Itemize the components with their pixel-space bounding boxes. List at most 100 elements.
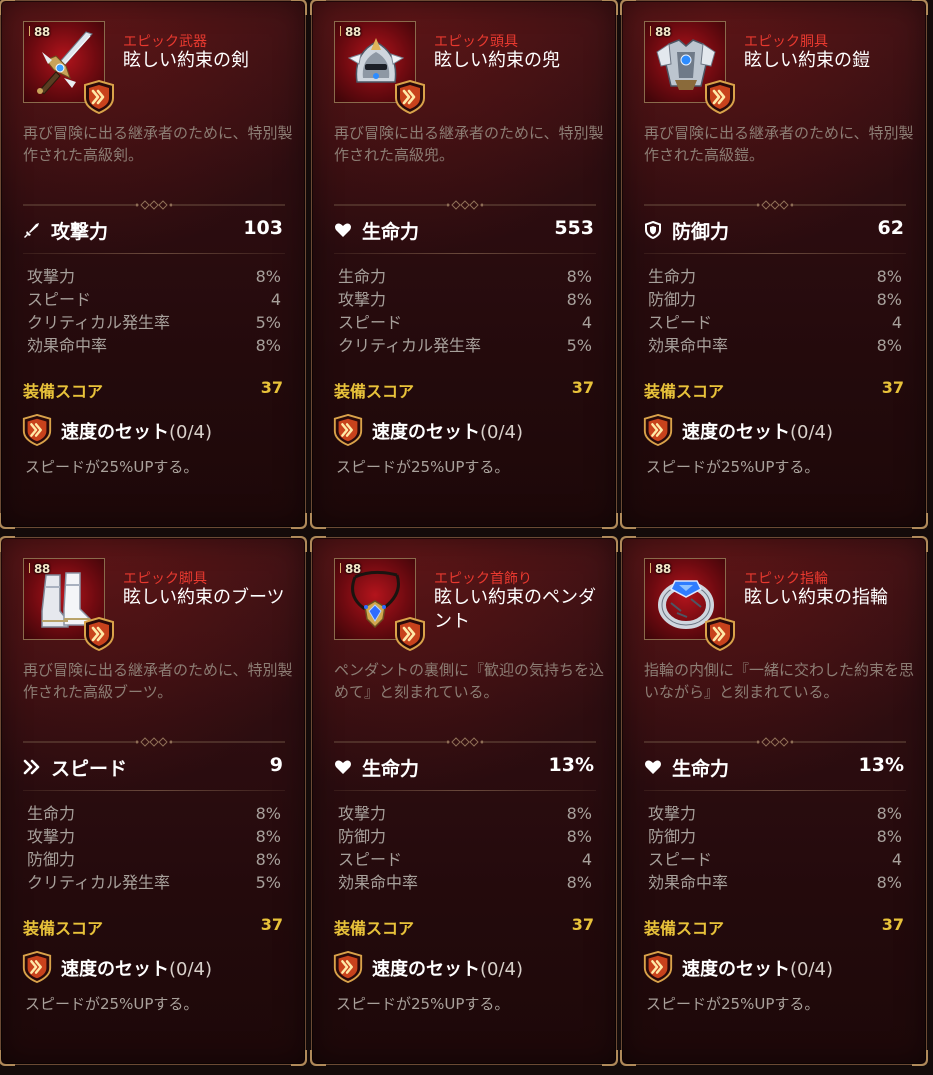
main-stat-name: 生命力 xyxy=(362,221,420,243)
substat-value: 8% xyxy=(255,804,281,823)
substat-name: 効果命中率 xyxy=(648,336,729,355)
main-stat-value: 13% xyxy=(548,754,594,776)
score-value: 37 xyxy=(881,378,904,397)
item-icon-frame[interactable]: 88 xyxy=(644,558,726,640)
score-label: 装備スコア xyxy=(644,919,725,938)
main-stat-name: 生命力 xyxy=(672,758,730,780)
divider xyxy=(334,253,596,254)
main-stat: 生命力 13% xyxy=(644,754,906,780)
substat-row: スピード 4 xyxy=(338,848,592,871)
ornament-divider xyxy=(23,732,285,747)
substat-row: 効果命中率 8% xyxy=(648,871,902,894)
item-card-weapon[interactable]: 88 エピック武器 眩しい約束の剣 再び冒険に出る継承者のために、特別製作された高級剣… xyxy=(0,0,307,529)
ornament-divider xyxy=(644,732,906,747)
item-card-boots[interactable]: 88 エピック脚具 眩しい約束のブーツ 再び冒険に出る継承者のために、特別製作された高… xyxy=(0,536,307,1066)
speed-set-icon xyxy=(21,951,53,983)
substat-name: クリティカル発生率 xyxy=(27,313,171,332)
substat-value: 8% xyxy=(255,267,281,286)
item-name: 眩しい約束の鎧 xyxy=(744,50,870,71)
frame-corner xyxy=(912,536,928,552)
substat-name: 防御力 xyxy=(338,827,387,846)
set-name: 速度のセット(0/4) xyxy=(372,955,523,981)
item-rarity: エピック武器 xyxy=(123,34,207,50)
frame-corner xyxy=(0,0,15,15)
set-count: (0/4) xyxy=(169,959,213,980)
frame-corner xyxy=(310,0,326,15)
item-level: 88 xyxy=(29,25,50,39)
substat-list: 生命力 8% 攻撃力 8% 防御力 8% クリティカル発生率 5% xyxy=(27,802,281,894)
equipment-score: 装備スコア 37 xyxy=(334,915,596,938)
set-count: (0/4) xyxy=(790,422,834,443)
substat-name: クリティカル発生率 xyxy=(27,873,171,892)
set-info[interactable]: 速度のセット(0/4) xyxy=(332,950,602,984)
set-info[interactable]: 速度のセット(0/4) xyxy=(21,413,291,447)
main-stat-value: 103 xyxy=(243,217,283,239)
set-info[interactable]: 速度のセット(0/4) xyxy=(642,413,912,447)
item-level: 88 xyxy=(340,562,361,576)
substat-row: クリティカル発生率 5% xyxy=(338,334,592,357)
frame-corner xyxy=(291,1050,307,1066)
item-card-helmet[interactable]: 88 エピック頭具 眩しい約束の兜 再び冒険に出る継承者のために、特別製作された高級兜… xyxy=(310,0,618,529)
set-info[interactable]: 速度のセット(0/4) xyxy=(332,413,602,447)
substat-value: 8% xyxy=(876,827,902,846)
main-stat-value: 553 xyxy=(554,217,594,239)
heart-stat-icon xyxy=(644,758,662,776)
set-description: スピードが25%UPする。 xyxy=(336,995,510,1013)
main-stat-name: スピード xyxy=(51,758,128,780)
substat-row: 攻撃力 8% xyxy=(338,288,592,311)
substat-name: 効果命中率 xyxy=(27,336,108,355)
substat-row: 攻撃力 8% xyxy=(27,265,281,288)
substat-value: 4 xyxy=(270,290,281,309)
substat-value: 4 xyxy=(891,850,902,869)
item-level: 88 xyxy=(340,25,361,39)
equipment-score: 装備スコア 37 xyxy=(644,915,906,938)
main-stat-name: 生命力 xyxy=(362,758,420,780)
item-icon-frame[interactable]: 88 xyxy=(23,21,105,103)
item-description: 再び冒険に出る継承者のために、特別製作された高級剣。 xyxy=(23,124,293,164)
item-rarity: エピック脚具 xyxy=(123,571,207,587)
speed-set-icon xyxy=(332,951,364,983)
item-card-ring[interactable]: 88 エピック指輪 眩しい約束の指輪 指輪の内側に『一緒に交わした約束を思いながら』と… xyxy=(620,536,928,1066)
substat-row: スピード 4 xyxy=(648,311,902,334)
equipment-grid: 88 エピック武器 眩しい約束の剣 再び冒険に出る継承者のために、特別製作された高級剣… xyxy=(0,0,933,1075)
item-description: 指輪の内側に『一緒に交わした約束を思いながら』と刻まれている。 xyxy=(644,661,915,701)
main-stat: 防御力 62 xyxy=(644,217,906,243)
substat-name: 生命力 xyxy=(338,267,387,286)
main-stat: 攻撃力 103 xyxy=(23,217,285,243)
substat-value: 4 xyxy=(581,850,592,869)
substat-list: 生命力 8% 攻撃力 8% スピード 4 クリティカル発生率 5% xyxy=(338,265,592,357)
sword-stat-icon xyxy=(23,221,41,239)
frame-corner xyxy=(310,1050,326,1066)
set-name-label: 速度のセット xyxy=(61,422,169,443)
substat-name: スピード xyxy=(648,313,713,332)
substat-row: 攻撃力 8% xyxy=(27,825,281,848)
substat-value: 8% xyxy=(566,290,592,309)
substat-row: 攻撃力 8% xyxy=(648,802,902,825)
score-label: 装備スコア xyxy=(334,919,415,938)
set-description: スピードが25%UPする。 xyxy=(646,995,820,1013)
set-info[interactable]: 速度のセット(0/4) xyxy=(21,950,291,984)
set-name: 速度のセット(0/4) xyxy=(61,955,212,981)
frame-corner xyxy=(620,1050,636,1066)
substat-name: 攻撃力 xyxy=(27,267,76,286)
item-card-armor[interactable]: 88 エピック胴具 眩しい約束の鎧 再び冒険に出る継承者のために、特別製作された高級鎧… xyxy=(620,0,928,529)
score-label: 装備スコア xyxy=(23,919,104,938)
substat-row: 防御力 8% xyxy=(648,825,902,848)
substat-row: 生命力 8% xyxy=(338,265,592,288)
set-info[interactable]: 速度のセット(0/4) xyxy=(642,950,912,984)
item-icon-frame[interactable]: 88 xyxy=(644,21,726,103)
item-card-necklace[interactable]: 88 エピック首飾り 眩しい約束のペンダント ペンダントの裏側に『歓迎の気持ちを込めて… xyxy=(310,536,618,1066)
item-icon-frame[interactable]: 88 xyxy=(334,21,416,103)
speed-set-badge-icon xyxy=(393,80,427,114)
item-level: 88 xyxy=(650,25,671,39)
item-icon-frame[interactable]: 88 xyxy=(23,558,105,640)
frame-corner xyxy=(602,0,618,15)
main-stat-value: 9 xyxy=(269,754,283,776)
item-icon-frame[interactable]: 88 xyxy=(334,558,416,640)
frame-corner xyxy=(291,536,307,552)
score-label: 装備スコア xyxy=(23,382,104,401)
speed-set-badge-icon xyxy=(82,80,116,114)
substat-row: 生命力 8% xyxy=(648,265,902,288)
substat-row: 防御力 8% xyxy=(338,825,592,848)
set-count: (0/4) xyxy=(790,959,834,980)
